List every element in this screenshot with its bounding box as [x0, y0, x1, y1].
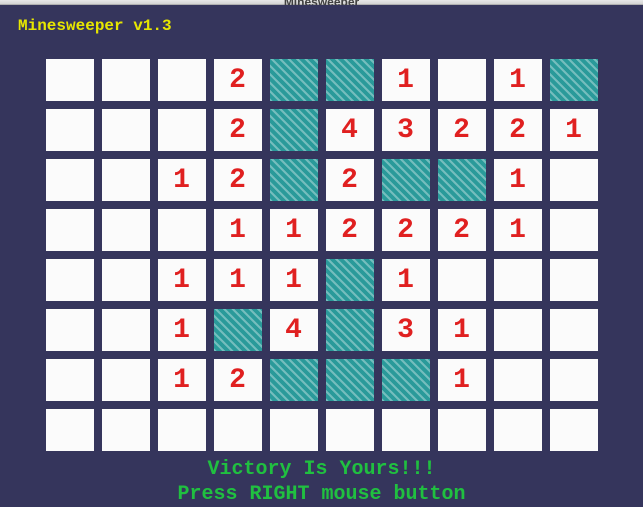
empty-cell[interactable]: [46, 109, 94, 151]
mine-cell[interactable]: [382, 159, 430, 201]
number-cell[interactable]: 1: [438, 309, 486, 351]
empty-cell[interactable]: [158, 209, 206, 251]
empty-cell[interactable]: [102, 309, 150, 351]
empty-cell[interactable]: [46, 409, 94, 451]
number-cell[interactable]: 2: [214, 109, 262, 151]
number-cell[interactable]: 2: [494, 109, 542, 151]
number-cell[interactable]: 1: [158, 259, 206, 301]
empty-cell[interactable]: [158, 409, 206, 451]
number-cell[interactable]: 1: [214, 209, 262, 251]
number-cell[interactable]: 1: [382, 59, 430, 101]
empty-cell[interactable]: [102, 209, 150, 251]
empty-cell[interactable]: [158, 59, 206, 101]
game-area: Minesweeper v1.3 21124322112211122211111…: [0, 5, 643, 507]
empty-cell[interactable]: [550, 309, 598, 351]
mine-cell[interactable]: [270, 59, 318, 101]
mine-cell[interactable]: [550, 59, 598, 101]
empty-cell[interactable]: [550, 159, 598, 201]
empty-cell[interactable]: [550, 409, 598, 451]
number-cell[interactable]: 1: [550, 109, 598, 151]
number-cell[interactable]: 1: [270, 209, 318, 251]
mine-cell[interactable]: [270, 359, 318, 401]
number-cell[interactable]: 2: [382, 209, 430, 251]
empty-cell[interactable]: [46, 59, 94, 101]
empty-cell[interactable]: [46, 259, 94, 301]
empty-cell[interactable]: [46, 309, 94, 351]
number-cell[interactable]: 3: [382, 309, 430, 351]
empty-cell[interactable]: [102, 109, 150, 151]
empty-cell[interactable]: [494, 309, 542, 351]
empty-cell[interactable]: [382, 409, 430, 451]
number-cell[interactable]: 1: [158, 359, 206, 401]
empty-cell[interactable]: [102, 159, 150, 201]
empty-cell[interactable]: [102, 359, 150, 401]
number-cell[interactable]: 2: [326, 159, 374, 201]
victory-text: Victory Is Yours!!!: [0, 457, 643, 482]
empty-cell[interactable]: [158, 109, 206, 151]
number-cell[interactable]: 2: [214, 159, 262, 201]
mine-cell[interactable]: [326, 259, 374, 301]
number-cell[interactable]: 4: [326, 109, 374, 151]
empty-cell[interactable]: [102, 259, 150, 301]
empty-cell[interactable]: [550, 209, 598, 251]
mine-cell[interactable]: [326, 359, 374, 401]
empty-cell[interactable]: [214, 409, 262, 451]
mine-cell[interactable]: [326, 59, 374, 101]
game-version: Minesweeper v1.3: [0, 17, 643, 35]
empty-cell[interactable]: [550, 359, 598, 401]
number-cell[interactable]: 1: [494, 209, 542, 251]
mine-cell[interactable]: [438, 159, 486, 201]
empty-cell[interactable]: [494, 259, 542, 301]
empty-cell[interactable]: [102, 409, 150, 451]
instruction-text: Press RIGHT mouse button: [0, 482, 643, 507]
number-cell[interactable]: 1: [382, 259, 430, 301]
empty-cell[interactable]: [494, 359, 542, 401]
number-cell[interactable]: 2: [214, 59, 262, 101]
empty-cell[interactable]: [326, 409, 374, 451]
mine-grid: 211243221122111222111111431121: [44, 59, 600, 451]
mine-cell[interactable]: [214, 309, 262, 351]
number-cell[interactable]: 1: [214, 259, 262, 301]
number-cell[interactable]: 2: [214, 359, 262, 401]
number-cell[interactable]: 1: [158, 159, 206, 201]
number-cell[interactable]: 1: [494, 159, 542, 201]
mine-cell[interactable]: [382, 359, 430, 401]
empty-cell[interactable]: [46, 159, 94, 201]
number-cell[interactable]: 3: [382, 109, 430, 151]
mine-cell[interactable]: [326, 309, 374, 351]
empty-cell[interactable]: [438, 259, 486, 301]
number-cell[interactable]: 2: [438, 109, 486, 151]
empty-cell[interactable]: [550, 259, 598, 301]
number-cell[interactable]: 1: [494, 59, 542, 101]
mine-cell[interactable]: [270, 109, 318, 151]
number-cell[interactable]: 1: [270, 259, 318, 301]
number-cell[interactable]: 1: [438, 359, 486, 401]
number-cell[interactable]: 1: [158, 309, 206, 351]
mine-cell[interactable]: [270, 159, 318, 201]
app-window: Minesweeper – × Minesweeper v1.3 2112432…: [0, 0, 643, 507]
empty-cell[interactable]: [102, 59, 150, 101]
empty-cell[interactable]: [46, 209, 94, 251]
empty-cell[interactable]: [438, 409, 486, 451]
number-cell[interactable]: 2: [326, 209, 374, 251]
empty-cell[interactable]: [270, 409, 318, 451]
empty-cell[interactable]: [438, 59, 486, 101]
status-message: Victory Is Yours!!! Press RIGHT mouse bu…: [0, 457, 643, 507]
empty-cell[interactable]: [46, 359, 94, 401]
empty-cell[interactable]: [494, 409, 542, 451]
number-cell[interactable]: 4: [270, 309, 318, 351]
number-cell[interactable]: 2: [438, 209, 486, 251]
